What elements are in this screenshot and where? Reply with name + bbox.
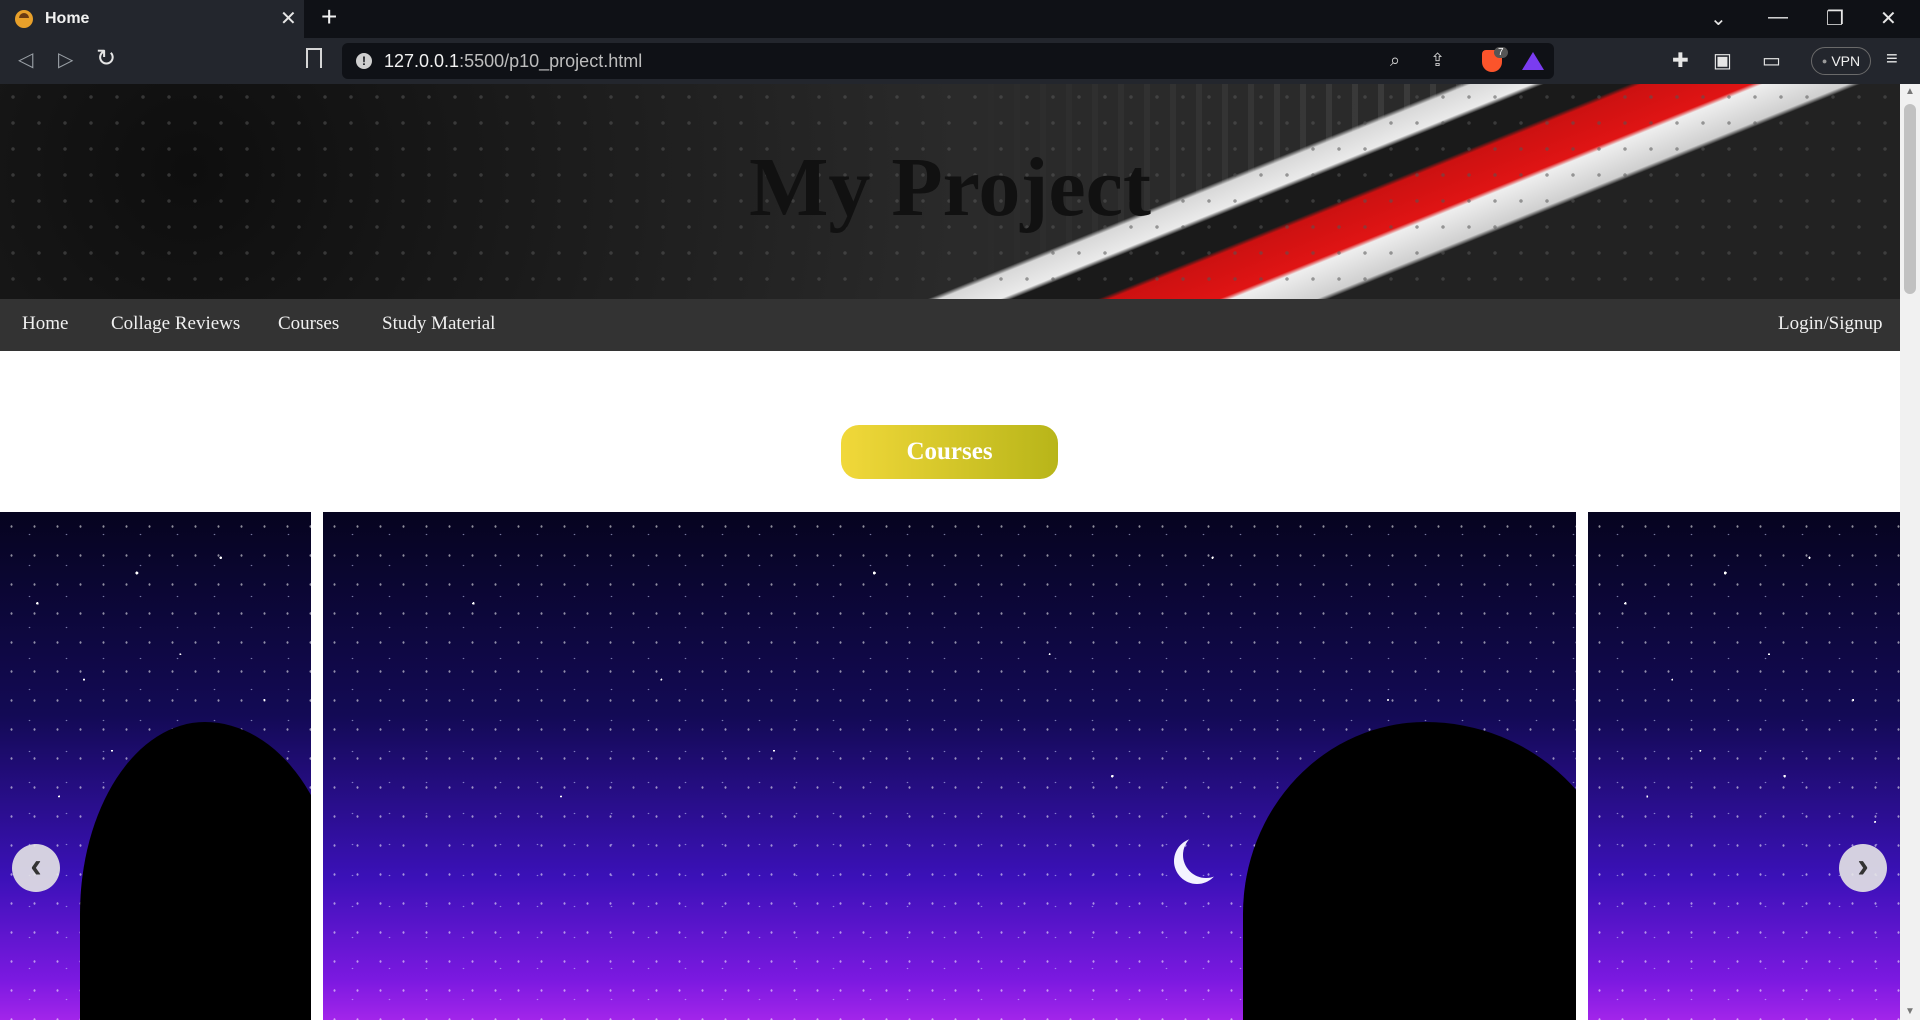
scroll-up-icon[interactable]: ▲ bbox=[1905, 86, 1915, 97]
zoom-icon[interactable]: ⌕ bbox=[1390, 50, 1400, 71]
carousel-prev-button[interactable]: ‹ bbox=[12, 844, 60, 892]
moon-icon bbox=[1183, 832, 1229, 878]
new-tab-button[interactable]: + bbox=[321, 3, 337, 31]
site-info-icon[interactable]: ! bbox=[356, 53, 372, 69]
favicon-icon bbox=[15, 10, 33, 28]
sidebar-icon[interactable]: ▣ bbox=[1713, 48, 1732, 73]
restore-icon[interactable]: ❐ bbox=[1826, 6, 1844, 31]
shield-count-badge: 7 bbox=[1494, 47, 1508, 58]
carousel-slide-next bbox=[1588, 512, 1900, 1020]
active-tab[interactable]: Home ✕ bbox=[0, 0, 304, 38]
carousel-slide-current bbox=[323, 512, 1576, 1020]
page-scrollbar[interactable]: ▲ ▼ bbox=[1900, 84, 1920, 1020]
nav-login-signup[interactable]: Login/Signup bbox=[1778, 313, 1883, 335]
extensions-icon[interactable]: ✚ bbox=[1672, 48, 1689, 73]
address-bar[interactable]: ! 127.0.0.1:5500/p10_project.html ⌕ ⇪ 7 bbox=[342, 43, 1554, 79]
reload-icon[interactable]: ↻ bbox=[96, 44, 116, 73]
share-icon[interactable]: ⇪ bbox=[1430, 50, 1445, 71]
nav-courses[interactable]: Courses bbox=[278, 313, 339, 335]
bookmark-icon[interactable] bbox=[306, 48, 322, 68]
vpn-button[interactable]: VPN bbox=[1811, 47, 1871, 75]
rewards-icon[interactable] bbox=[1522, 52, 1544, 70]
scroll-down-icon[interactable]: ▼ bbox=[1905, 1006, 1915, 1017]
window-close-icon[interactable]: ✕ bbox=[1880, 6, 1897, 31]
image-carousel: ‹ › bbox=[0, 512, 1900, 1020]
tab-title: Home bbox=[45, 10, 90, 27]
page-viewport: My Project Home Collage Reviews Courses … bbox=[0, 84, 1900, 1020]
forward-icon[interactable]: ▷ bbox=[58, 47, 73, 72]
page-title: My Project bbox=[749, 141, 1151, 234]
nav-home[interactable]: Home bbox=[22, 313, 68, 335]
browser-toolbar: ◁ ▷ ↻ ! 127.0.0.1:5500/p10_project.html … bbox=[0, 38, 1920, 84]
carousel-next-button[interactable]: › bbox=[1839, 844, 1887, 892]
url-text[interactable]: 127.0.0.1:5500/p10_project.html bbox=[384, 51, 642, 72]
minimize-icon[interactable]: — bbox=[1768, 6, 1788, 29]
nav-collage-reviews[interactable]: Collage Reviews bbox=[111, 313, 240, 335]
courses-button[interactable]: Courses bbox=[841, 425, 1058, 479]
close-tab-icon[interactable]: ✕ bbox=[280, 6, 297, 31]
tab-search-icon[interactable]: ⌄ bbox=[1710, 6, 1727, 31]
menu-icon[interactable]: ≡ bbox=[1886, 48, 1898, 71]
nav-study-material[interactable]: Study Material bbox=[382, 313, 495, 335]
wallet-icon[interactable]: ▭ bbox=[1762, 48, 1781, 73]
back-icon[interactable]: ◁ bbox=[18, 47, 33, 72]
carousel-slide-prev bbox=[0, 512, 311, 1020]
scroll-thumb[interactable] bbox=[1904, 104, 1916, 294]
browser-tab-bar: Home ✕ + ⌄ — ❐ ✕ bbox=[0, 0, 1920, 38]
main-navbar: Home Collage Reviews Courses Study Mater… bbox=[0, 299, 1900, 351]
